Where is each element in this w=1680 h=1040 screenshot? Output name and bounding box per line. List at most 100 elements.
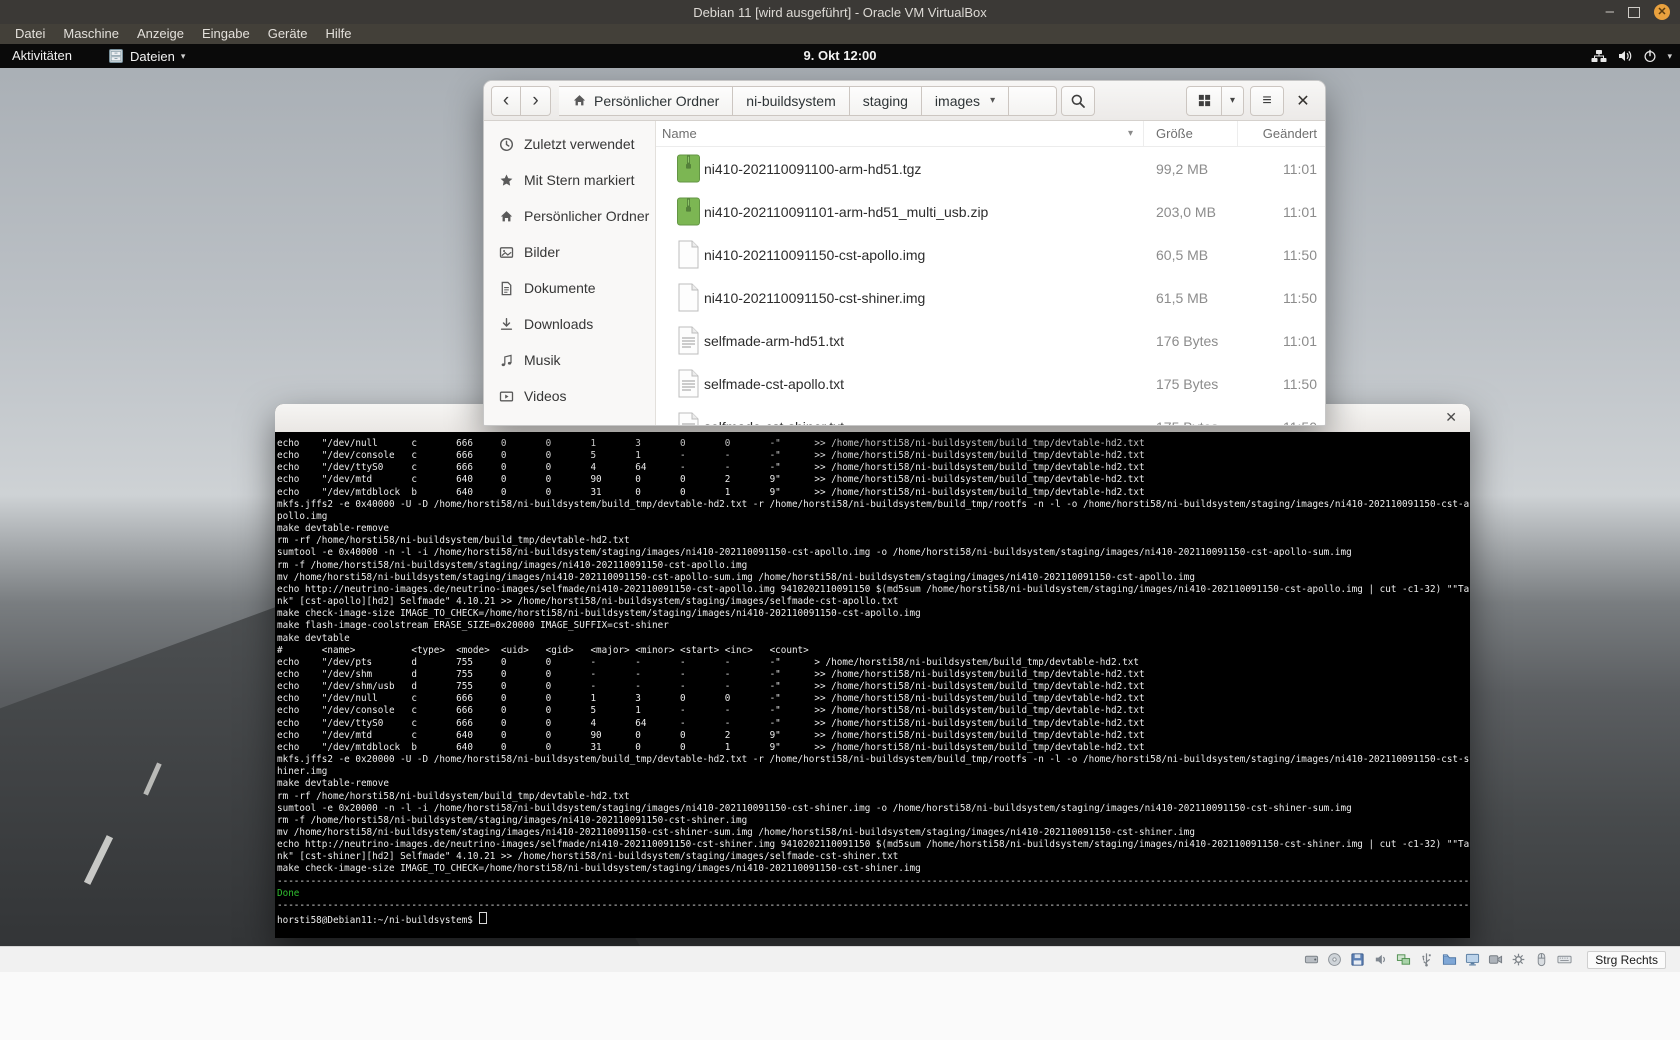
terminal-prompt: horsti58@Debian11:~/ni-buildsystem$	[277, 915, 479, 924]
file-row[interactable]: ni410-202110091150-cst-shiner.img 61,5 M…	[656, 276, 1325, 319]
file-row[interactable]: selfmade-cst-apollo.txt 175 Bytes 11:50	[656, 362, 1325, 405]
status-icon-harddisk[interactable]	[1303, 951, 1320, 968]
minimize-icon[interactable]: –	[1606, 7, 1614, 17]
terminal-line: echo "/dev/mtd c 640 0 0 90 0 0 2 9" >> …	[277, 474, 1470, 486]
clock[interactable]: 9. Okt 12:00	[0, 44, 1680, 68]
sidebar-item-documents[interactable]: Dokumente	[484, 270, 655, 306]
column-header-modified[interactable]: Geändert	[1238, 121, 1325, 146]
path-segment-label: Persönlicher Ordner	[594, 93, 719, 109]
file-row[interactable]: selfmade-cst-shiner.txt 175 Bytes 11:50	[656, 405, 1325, 425]
status-icon-usb[interactable]	[1418, 951, 1435, 968]
file-icon	[673, 283, 704, 312]
maximize-icon[interactable]	[1628, 7, 1640, 18]
column-header-name[interactable]: Name ▾	[656, 121, 1144, 146]
menubar-item[interactable]: Anzeige	[128, 24, 193, 44]
terminal-line: rm -rf /home/horsti58/ni-buildsystem/bui…	[277, 791, 1470, 803]
virtualbox-menubar: DateiMaschineAnzeigeEingabeGeräteHilfe	[0, 24, 1680, 44]
sort-indicator-icon[interactable]: ▾	[1128, 128, 1133, 139]
window-title: Debian 11 [wird ausgeführt] - Oracle VM …	[693, 5, 987, 20]
chevron-down-icon: ▾	[990, 95, 995, 106]
status-icon-network[interactable]	[1395, 951, 1412, 968]
grid-view-button[interactable]	[1186, 86, 1222, 116]
sidebar-item-videos[interactable]: Videos	[484, 378, 655, 414]
status-icon-floppy[interactable]	[1349, 951, 1366, 968]
terminal-line: echo "/dev/mtd c 640 0 0 90 0 0 2 9" >> …	[277, 730, 1470, 742]
sidebar-item-home[interactable]: Persönlicher Ordner	[484, 198, 655, 234]
terminal-line: pollo.img	[277, 511, 1470, 523]
path-segment[interactable]: images ▾	[922, 86, 1009, 116]
terminal-line: echo "/dev/mtdblock b 640 0 0 31 0 0 1 9…	[277, 742, 1470, 754]
file-row[interactable]: ni410-202110091101-arm-hd51_multi_usb.zi…	[656, 190, 1325, 233]
sidebar-item-downloads[interactable]: Downloads	[484, 306, 655, 342]
guest-screen: Aktivitäten Dateien ▾ 9. Okt 12:00 ▾ ✕ e…	[0, 44, 1680, 946]
sidebar-item-label: Downloads	[524, 316, 593, 332]
status-icon-audio[interactable]	[1372, 951, 1389, 968]
status-icon-display[interactable]	[1464, 951, 1481, 968]
files-window: ‹ › Persönlicher Ordner ▾ ni-buildsystem…	[483, 80, 1326, 426]
hamburger-menu-button[interactable]: ≡	[1250, 86, 1284, 116]
terminal-line: echo "/dev/console c 666 0 0 5 1 - - -" …	[277, 450, 1470, 462]
chevron-left-icon: ‹	[503, 90, 509, 112]
file-name: selfmade-cst-shiner.txt	[704, 419, 1144, 426]
menubar-item[interactable]: Maschine	[54, 24, 128, 44]
menubar-item[interactable]: Hilfe	[316, 24, 360, 44]
path-segment[interactable]: Persönlicher Ordner ▾	[559, 86, 733, 116]
sidebar-item-music[interactable]: Musik	[484, 342, 655, 378]
terminal-line: make flash-image-coolstream ERASE_SIZE=0…	[277, 620, 1470, 632]
terminal-line: mv /home/horsti58/ni-buildsystem/staging…	[277, 827, 1470, 839]
sidebar-item-label: Mit Stern markiert	[524, 172, 634, 188]
power-icon	[1643, 49, 1657, 63]
sidebar-item-trash[interactable]: Papierkorb	[484, 414, 655, 425]
file-modified: 11:50	[1238, 290, 1325, 306]
path-segment-label: images	[935, 93, 980, 109]
sidebar-item-icon	[499, 137, 515, 152]
back-button[interactable]: ‹	[491, 86, 521, 116]
volume-icon	[1617, 49, 1633, 63]
status-icon-mouse[interactable]	[1533, 951, 1550, 968]
menubar-item[interactable]: Eingabe	[193, 24, 259, 44]
status-icon-shared-folders[interactable]	[1441, 951, 1458, 968]
close-icon[interactable]: ✕	[1654, 4, 1670, 20]
file-row[interactable]: selfmade-arm-hd51.txt 176 Bytes 11:01	[656, 319, 1325, 362]
terminal-output[interactable]: echo "/dev/null c 666 0 0 1 3 0 0 -" >> …	[275, 432, 1470, 938]
view-options-button[interactable]: ▾	[1222, 86, 1244, 116]
terminal-line: echo "/dev/ttyS0 c 666 0 0 4 64 - - -" >…	[277, 718, 1470, 730]
files-headerbar[interactable]: ‹ › Persönlicher Ordner ▾ ni-buildsystem…	[484, 81, 1325, 121]
path-segment[interactable]: staging ▾	[850, 86, 922, 116]
status-icon-recording[interactable]	[1487, 951, 1504, 968]
sidebar-item-label: Persönlicher Ordner	[524, 208, 649, 224]
file-name: selfmade-cst-apollo.txt	[704, 376, 1144, 392]
terminal-line: # <name> <type> <mode> <uid> <gid> <majo…	[277, 645, 1470, 657]
status-icon-features[interactable]	[1510, 951, 1527, 968]
hamburger-icon: ≡	[1262, 92, 1271, 110]
virtualbox-titlebar[interactable]: Debian 11 [wird ausgeführt] - Oracle VM …	[0, 0, 1680, 24]
search-button[interactable]	[1061, 86, 1095, 116]
sidebar-item-pictures[interactable]: Bilder	[484, 234, 655, 270]
terminal-line: echo "/dev/mtdblock b 640 0 0 31 0 0 1 9…	[277, 487, 1470, 499]
file-rows: ni410-202110091100-arm-hd51.tgz 99,2 MB …	[656, 147, 1325, 425]
path-segment[interactable]: ni-buildsystem ▾	[733, 86, 849, 116]
file-row[interactable]: ni410-202110091150-cst-apollo.img 60,5 M…	[656, 233, 1325, 276]
status-icon-keyboard[interactable]	[1556, 951, 1573, 968]
path-bar: Persönlicher Ordner ▾ ni-buildsystem ▾ s…	[559, 86, 1009, 116]
file-modified: 11:50	[1238, 247, 1325, 263]
sidebar-item-label: Musik	[524, 352, 561, 368]
close-icon[interactable]: ✕	[1445, 409, 1457, 426]
column-header-size[interactable]: Größe	[1144, 121, 1238, 146]
system-menu-button[interactable]: ▾	[1591, 44, 1672, 68]
sidebar-item-star[interactable]: Mit Stern markiert	[484, 162, 655, 198]
forward-button[interactable]: ›	[521, 86, 551, 116]
file-row[interactable]: ni410-202110091100-arm-hd51.tgz 99,2 MB …	[656, 147, 1325, 190]
file-size: 61,5 MB	[1144, 290, 1238, 306]
menubar-item[interactable]: Datei	[6, 24, 54, 44]
sidebar-item-recent[interactable]: Zuletzt verwendet	[484, 126, 655, 162]
terminal-line: echo "/dev/shm d 755 0 0 - - - - -" >> /…	[277, 669, 1470, 681]
menubar-item[interactable]: Geräte	[259, 24, 317, 44]
terminal-line: Done	[277, 888, 1470, 900]
file-size: 99,2 MB	[1144, 161, 1238, 177]
status-icon-optical[interactable]	[1326, 951, 1343, 968]
sidebar-item-icon	[499, 389, 515, 404]
window-close-button[interactable]: ✕	[1288, 86, 1318, 116]
close-icon: ✕	[1296, 91, 1309, 111]
file-icon	[673, 197, 704, 226]
